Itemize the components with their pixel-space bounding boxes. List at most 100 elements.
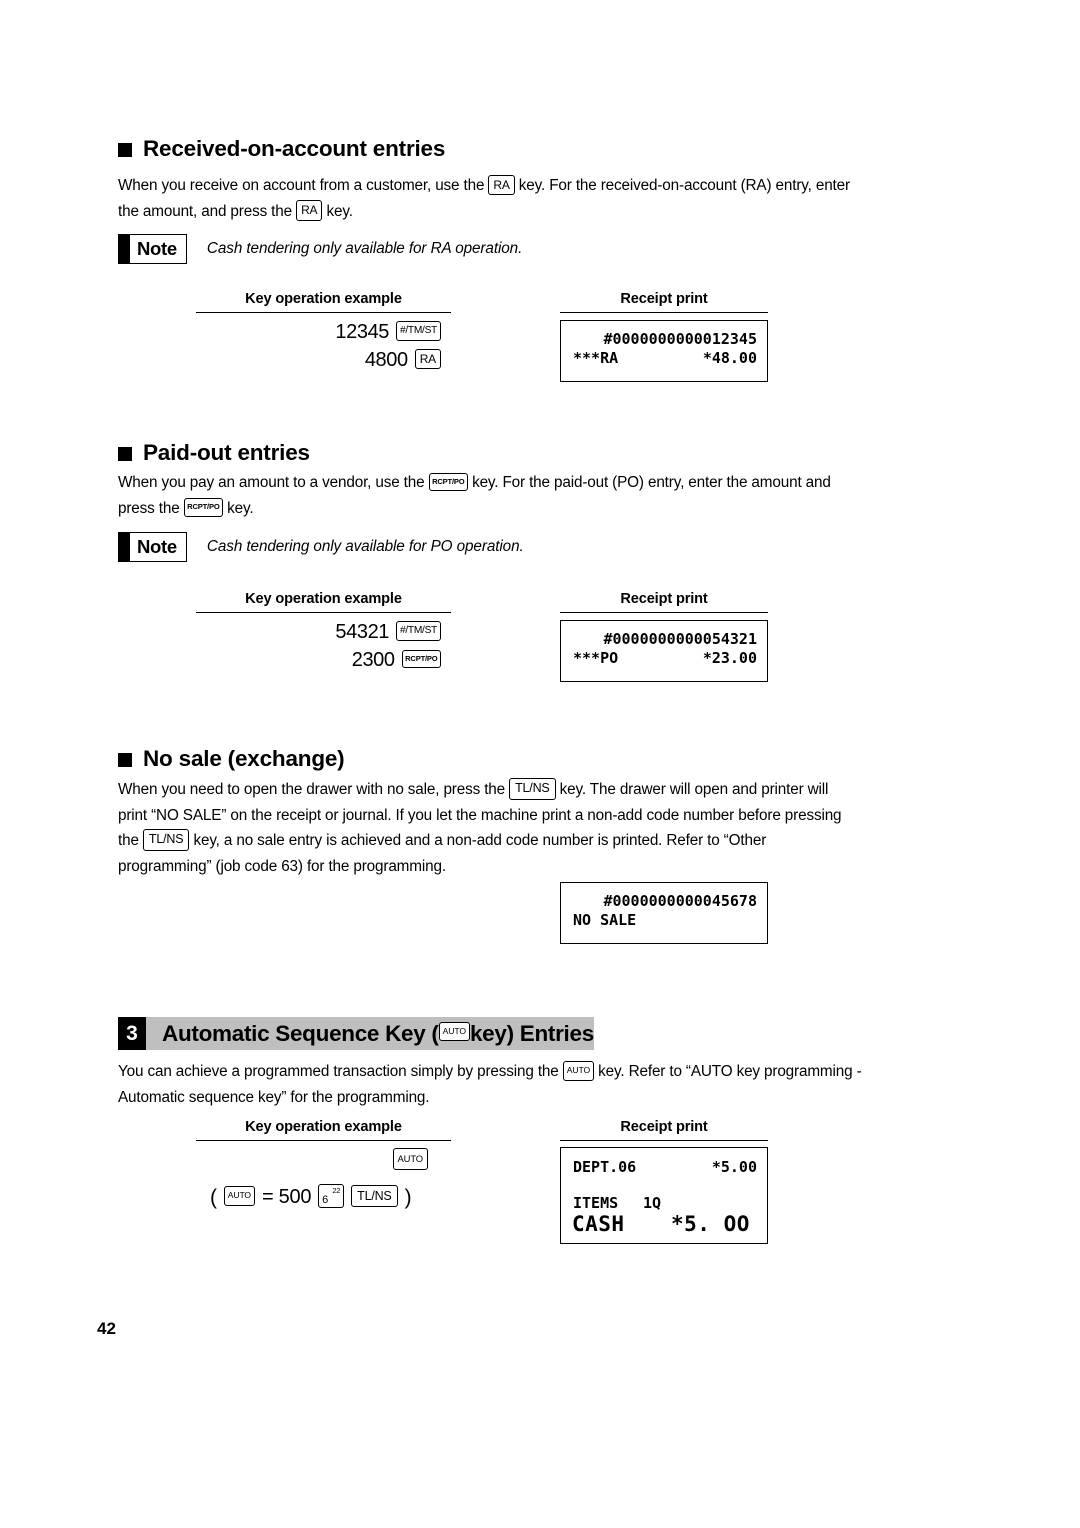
tlns-key-icon: TL/NS (509, 777, 556, 800)
key-operation-row: AUTO (196, 1146, 428, 1174)
text-fragment: key. Refer to “AUTO key programming - (594, 1063, 862, 1080)
key-operation-row: 2300 RCPT/PO (196, 646, 441, 674)
note-paid-out: Note Cash tendering only available for P… (118, 532, 524, 562)
key-operation-list-3: AUTO (196, 1146, 428, 1174)
paragraph-automatic-sequence-key: You can achieve a programmed transaction… (118, 1059, 948, 1110)
receipt-code: #0000000000012345 (603, 330, 757, 348)
note-badge: Note (118, 532, 187, 562)
text-fragment: programming” (job code 63) for the progr… (118, 857, 446, 875)
auto-key-icon: AUTO (392, 1148, 428, 1170)
bullet-square-icon (118, 753, 132, 767)
receipt-cash-amount: *5. OO (671, 1212, 750, 1236)
note-received-on-account: Note Cash tendering only available for R… (118, 234, 522, 264)
text-fragment: When you need to open the drawer with no… (118, 781, 510, 798)
receipt-print-no-sale: #0000000000045678 NO SALE (560, 882, 768, 944)
key-operation-row: 12345 #/TM/ST (196, 318, 441, 346)
dept-key-icon: 6 22 (318, 1184, 345, 1208)
text-fragment: Automatic Sequence Key ( (162, 1020, 439, 1046)
receipt-amount: *48.00 (702, 349, 757, 367)
section-number-badge: 3 (118, 1017, 146, 1050)
text-fragment: key. For the received-on-account (RA) en… (514, 177, 850, 194)
receipt-line: #0000000000054321 (561, 630, 767, 649)
receipt-print-automatic-sequence: DEPT.06 *5.00 ITEMS 1Q CASH *5. OO (560, 1147, 768, 1244)
receipt-line: ***RA *48.00 (561, 349, 767, 368)
text-fragment: the amount, and press the (118, 202, 297, 220)
auto-key-definition: ( AUTO = 500 6 22 TL/NS ) (210, 1184, 412, 1209)
tmst-key-icon: #/TM/ST (396, 321, 441, 341)
text-fragment: print “NO SALE” on the receipt or journa… (118, 806, 842, 824)
note-bar-icon (119, 533, 130, 561)
tlns-key-icon: TL/NS (351, 1185, 398, 1207)
paragraph-no-sale: When you need to open the drawer with no… (118, 777, 948, 879)
receipt-dept-label: DEPT.06 (573, 1158, 637, 1176)
bullet-square-icon (118, 143, 132, 157)
receipt-line: NO SALE (561, 911, 767, 930)
section-banner-automatic-sequence-key: 3 Automatic Sequence Key (AUTO key) Entr… (118, 1017, 938, 1050)
ra-key-icon: RA (488, 174, 515, 196)
amount-value: 54321 (335, 620, 390, 643)
text-fragment: key. For the paid-out (PO) entry, enter … (467, 474, 831, 491)
column-header-receipt-print-3: Receipt print (560, 1119, 768, 1141)
receipt-line: ***PO *23.00 (561, 649, 767, 668)
receipt-amount: *23.00 (702, 649, 757, 667)
note-text: Cash tendering only available for RA ope… (206, 240, 523, 257)
close-paren: ) (404, 1185, 412, 1209)
text-fragment: key. (223, 499, 254, 517)
receipt-print-paid-out: #0000000000054321 ***PO *23.00 (560, 620, 768, 682)
receipt-line: #0000000000012345 (561, 330, 767, 349)
amount-value: 2300 (351, 648, 395, 671)
column-header-receipt-print-1: Receipt print (560, 291, 768, 313)
receipt-line: ITEMS 1Q (561, 1194, 767, 1212)
section-banner-title: Automatic Sequence Key (AUTO key) Entrie… (146, 1017, 594, 1050)
note-bar-icon (119, 235, 130, 263)
receipt-label: NO SALE (573, 911, 637, 929)
heading-received-on-account: Received-on-account entries (118, 136, 445, 162)
heading-text: Received-on-account entries (143, 136, 446, 161)
receipt-line: CASH *5. OO (561, 1212, 767, 1238)
text-fragment: When you pay an amount to a vendor, use … (118, 474, 429, 491)
receipt-label: ***PO (573, 649, 619, 667)
page-number: 42 (97, 1319, 116, 1338)
rcptpo-key-icon: RCPT/PO (428, 472, 468, 491)
column-header-key-operation-2: Key operation example (196, 591, 451, 613)
text-fragment: When you receive on account from a custo… (118, 177, 489, 194)
heading-no-sale: No sale (exchange) (118, 746, 345, 772)
receipt-dept-amount: *5.00 (711, 1158, 757, 1176)
text-fragment: Automatic sequence key” for the programm… (118, 1088, 430, 1106)
rcptpo-key-icon: RCPT/PO (401, 649, 441, 669)
column-header-key-operation-1: Key operation example (196, 291, 451, 313)
note-label: Note (137, 535, 177, 557)
column-header-key-operation-3: Key operation example (196, 1119, 451, 1141)
key-operation-list-2: 54321 #/TM/ST 2300 RCPT/PO (196, 618, 441, 674)
receipt-line: #0000000000045678 (561, 892, 767, 911)
receipt-print-received-on-account: #0000000000012345 ***RA *48.00 (560, 320, 768, 382)
receipt-items-label: ITEMS (573, 1194, 619, 1212)
paragraph-received-on-account: When you receive on account from a custo… (118, 173, 938, 224)
amount-value: 4800 (364, 348, 408, 371)
paragraph-paid-out: When you pay an amount to a vendor, use … (118, 470, 938, 521)
note-text: Cash tendering only available for PO ope… (206, 538, 524, 555)
auto-key-icon: AUTO (223, 1186, 256, 1206)
text-fragment: press the (118, 499, 184, 517)
auto-key-icon: AUTO (438, 1021, 470, 1042)
dept-key-lower-label: 6 (322, 1194, 328, 1206)
auto-key-icon: AUTO (562, 1061, 595, 1081)
text-fragment: You can achieve a programmed transaction… (118, 1063, 563, 1080)
key-operation-row: 54321 #/TM/ST (196, 618, 441, 646)
receipt-code: #0000000000054321 (603, 630, 757, 648)
text-fragment: key, a no sale entry is achieved and a n… (189, 832, 767, 849)
key-operation-row: 4800 RA (196, 346, 441, 374)
heading-text: No sale (exchange) (143, 746, 345, 771)
text-fragment: key) Entries (469, 1020, 594, 1046)
receipt-line: DEPT.06 *5.00 (561, 1158, 767, 1182)
heading-paid-out: Paid-out entries (118, 440, 310, 466)
text-fragment: key. The drawer will open and printer wi… (555, 781, 829, 798)
amount-value: 12345 (335, 320, 390, 343)
column-header-receipt-print-2: Receipt print (560, 591, 768, 613)
heading-text: Paid-out entries (143, 440, 310, 465)
ra-key-icon: RA (296, 200, 323, 221)
receipt-code: #0000000000045678 (603, 892, 757, 910)
receipt-items-count: 1Q (643, 1194, 662, 1212)
tmst-key-icon: #/TM/ST (396, 621, 441, 641)
note-badge: Note (118, 234, 187, 264)
